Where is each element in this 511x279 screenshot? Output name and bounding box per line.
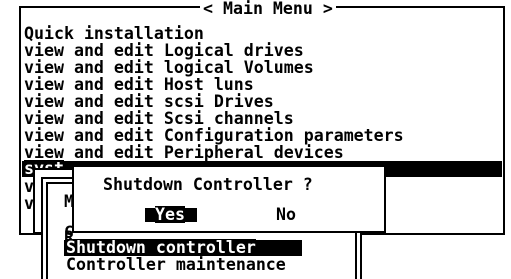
menu-item-logical-volumes[interactable]: view and edit logical Volumes <box>24 59 314 76</box>
menu-item-logical-drives[interactable]: view and edit Logical drives <box>24 42 304 59</box>
submenu-item-shutdown-controller[interactable]: Shutdown controller <box>66 239 256 256</box>
main-menu-title: < Main Menu > <box>200 0 336 17</box>
menu-item-quick-installation[interactable]: Quick installation <box>24 25 204 42</box>
dialog-yes-button[interactable]: Yes <box>155 206 185 223</box>
menu-item-scsi-drives[interactable]: view and edit scsi Drives <box>24 93 274 110</box>
submenu-item-controller-maintenance[interactable]: Controller maintenance <box>66 256 286 273</box>
menu-item-host-luns[interactable]: view and edit Host luns <box>24 76 254 93</box>
dialog-no-button[interactable]: No <box>276 206 296 223</box>
menu-item-peripheral-devices[interactable]: view and edit Peripheral devices <box>24 144 344 161</box>
dialog-question: Shutdown Controller ? <box>103 175 313 194</box>
menu-item-scsi-channels[interactable]: view and edit Scsi channels <box>24 110 294 127</box>
menu-item-configuration-parameters[interactable]: view and edit Configuration parameters <box>24 127 404 144</box>
